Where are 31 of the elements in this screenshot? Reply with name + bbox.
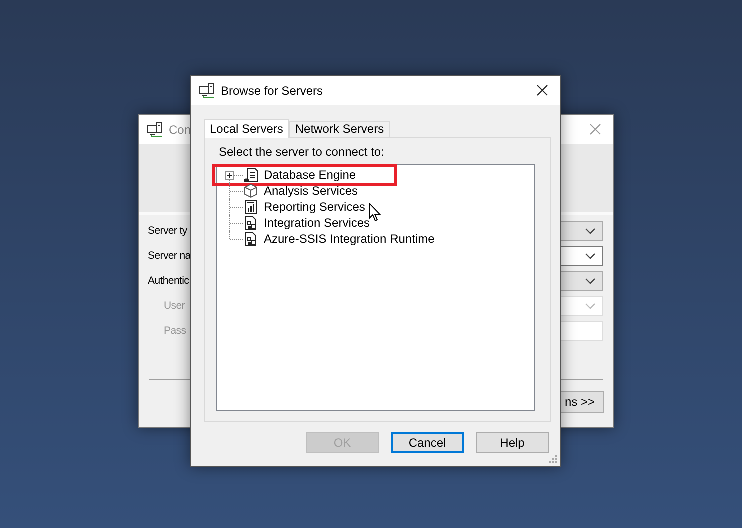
tree-item[interactable]: Azure-SSIS Integration Runtime <box>263 232 436 246</box>
field-label: Pass <box>164 324 186 339</box>
bar-chart-icon <box>243 199 259 215</box>
server-icon <box>199 83 215 98</box>
field-label: Server ty <box>148 224 188 239</box>
document-database-icon <box>243 167 259 183</box>
cube-icon <box>243 183 259 199</box>
server-icon <box>147 122 163 137</box>
chevron-down-icon <box>585 252 596 260</box>
chevron-down-icon <box>585 302 596 310</box>
window-title: Con <box>169 122 192 136</box>
tree-item[interactable]: Analysis Services <box>263 184 360 198</box>
tab[interactable]: Network Servers <box>289 121 390 137</box>
document-blocks-icon <box>243 215 259 231</box>
tree-item[interactable]: Reporting Services <box>263 200 366 214</box>
tree-item[interactable]: Database Engine <box>263 168 358 182</box>
close-icon[interactable] <box>537 85 548 96</box>
expand-icon[interactable] <box>225 171 234 180</box>
tab[interactable]: Local Servers <box>204 119 290 138</box>
field-label: Authentic <box>148 274 190 289</box>
window-title: Browse for Servers <box>221 84 324 98</box>
field-label: User <box>164 299 185 314</box>
dialog-button[interactable]: Help <box>476 432 549 453</box>
cursor-icon <box>369 203 381 222</box>
dialog-button[interactable]: Cancel <box>391 432 464 453</box>
tree-item[interactable]: Integration Services <box>263 216 372 230</box>
resize-grip-icon[interactable] <box>549 455 558 464</box>
chevron-down-icon <box>585 228 596 234</box>
chevron-down-icon <box>585 278 596 284</box>
document-blocks-icon <box>243 231 259 247</box>
prompt-text: Select the server to connect to: <box>219 145 386 159</box>
